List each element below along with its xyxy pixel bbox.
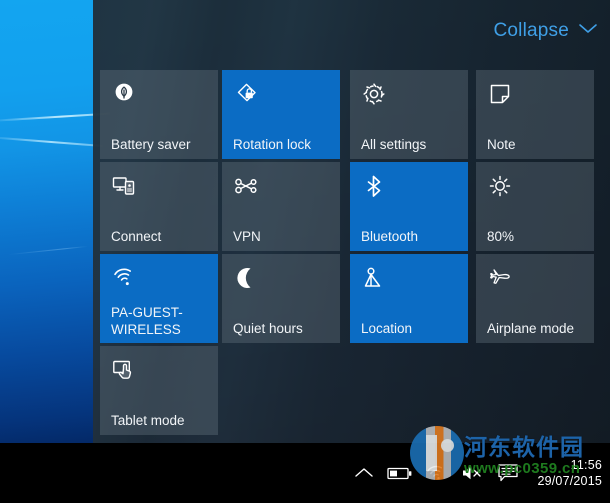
quick-action-tile-tablet-mode[interactable]: Tablet mode: [100, 346, 218, 435]
taskbar-clock[interactable]: 11:56 29/07/2015: [526, 443, 610, 503]
connect-display-icon: [111, 173, 137, 199]
chevron-down-icon: [578, 22, 598, 40]
quick-action-tile-label: Airplane mode: [487, 321, 575, 336]
action-center-panel: Collapse Battery saver Rotation lock All…: [93, 0, 610, 443]
wifi-icon: [111, 265, 137, 291]
quick-action-tile-battery-saver[interactable]: Battery saver: [100, 70, 218, 159]
quick-action-tile-label: 80%: [487, 229, 515, 244]
quick-action-tile-label: All settings: [361, 137, 427, 152]
gear-icon: [361, 81, 387, 107]
quick-action-tile-label: Location: [361, 321, 413, 336]
battery-saver-leaf-icon: [111, 81, 137, 107]
wallpaper-light-streak: [8, 245, 88, 256]
quick-action-tile-note[interactable]: Note: [476, 70, 594, 159]
wallpaper-light-streak: [0, 136, 103, 148]
action-center-icon[interactable]: [490, 443, 526, 503]
quick-action-tile-label: Tablet mode: [111, 413, 185, 428]
quick-action-tile-location[interactable]: Location: [350, 254, 468, 343]
clock-time: 11:56: [570, 458, 602, 472]
collapse-button[interactable]: Collapse: [493, 20, 598, 42]
system-tray: 11:56 29/07/2015: [346, 443, 610, 503]
quick-action-tile-wifi[interactable]: PA-GUEST- WIRELESS: [100, 254, 218, 343]
quick-action-tile-label: Battery saver: [111, 137, 191, 152]
quick-action-tile-quiet-hours[interactable]: Quiet hours: [222, 254, 340, 343]
volume-muted-icon[interactable]: [454, 443, 490, 503]
show-hidden-icons-chevron-up-icon[interactable]: [346, 443, 382, 503]
rotation-lock-icon: [233, 81, 259, 107]
bluetooth-icon: [361, 173, 387, 199]
airplane-icon: [487, 265, 513, 291]
quick-action-tile-all-settings[interactable]: All settings: [350, 70, 468, 159]
quick-action-tile-label: Connect: [111, 229, 162, 244]
quick-action-tile-rotation-lock[interactable]: Rotation lock: [222, 70, 340, 159]
quick-action-tile-vpn[interactable]: VPN: [222, 162, 340, 251]
vpn-icon: [233, 173, 259, 199]
brightness-sun-icon: [487, 173, 513, 199]
quick-action-tile-airplane-mode[interactable]: Airplane mode: [476, 254, 594, 343]
tablet-mode-icon: [111, 357, 137, 383]
moon-icon: [233, 265, 259, 291]
quick-action-tile-connect[interactable]: Connect: [100, 162, 218, 251]
screen: Collapse Battery saver Rotation lock All…: [0, 0, 610, 503]
clock-date: 29/07/2015: [537, 474, 602, 488]
quick-action-tile-bluetooth[interactable]: Bluetooth: [350, 162, 468, 251]
quick-action-tile-brightness[interactable]: 80%: [476, 162, 594, 251]
quick-action-tile-label: Quiet hours: [233, 321, 303, 336]
wifi-icon[interactable]: [418, 443, 454, 503]
note-icon: [487, 81, 513, 107]
quick-action-tile-label: Note: [487, 137, 516, 152]
quick-action-tile-label: VPN: [233, 229, 261, 244]
battery-icon[interactable]: [382, 443, 418, 503]
location-icon: [361, 265, 387, 291]
quick-action-tile-label: PA-GUEST- WIRELESS: [111, 305, 183, 337]
taskbar: 11:56 29/07/2015: [0, 443, 610, 503]
collapse-label: Collapse: [493, 20, 569, 41]
quick-action-tile-label: Rotation lock: [233, 137, 312, 152]
quick-action-tile-label: Bluetooth: [361, 229, 419, 244]
